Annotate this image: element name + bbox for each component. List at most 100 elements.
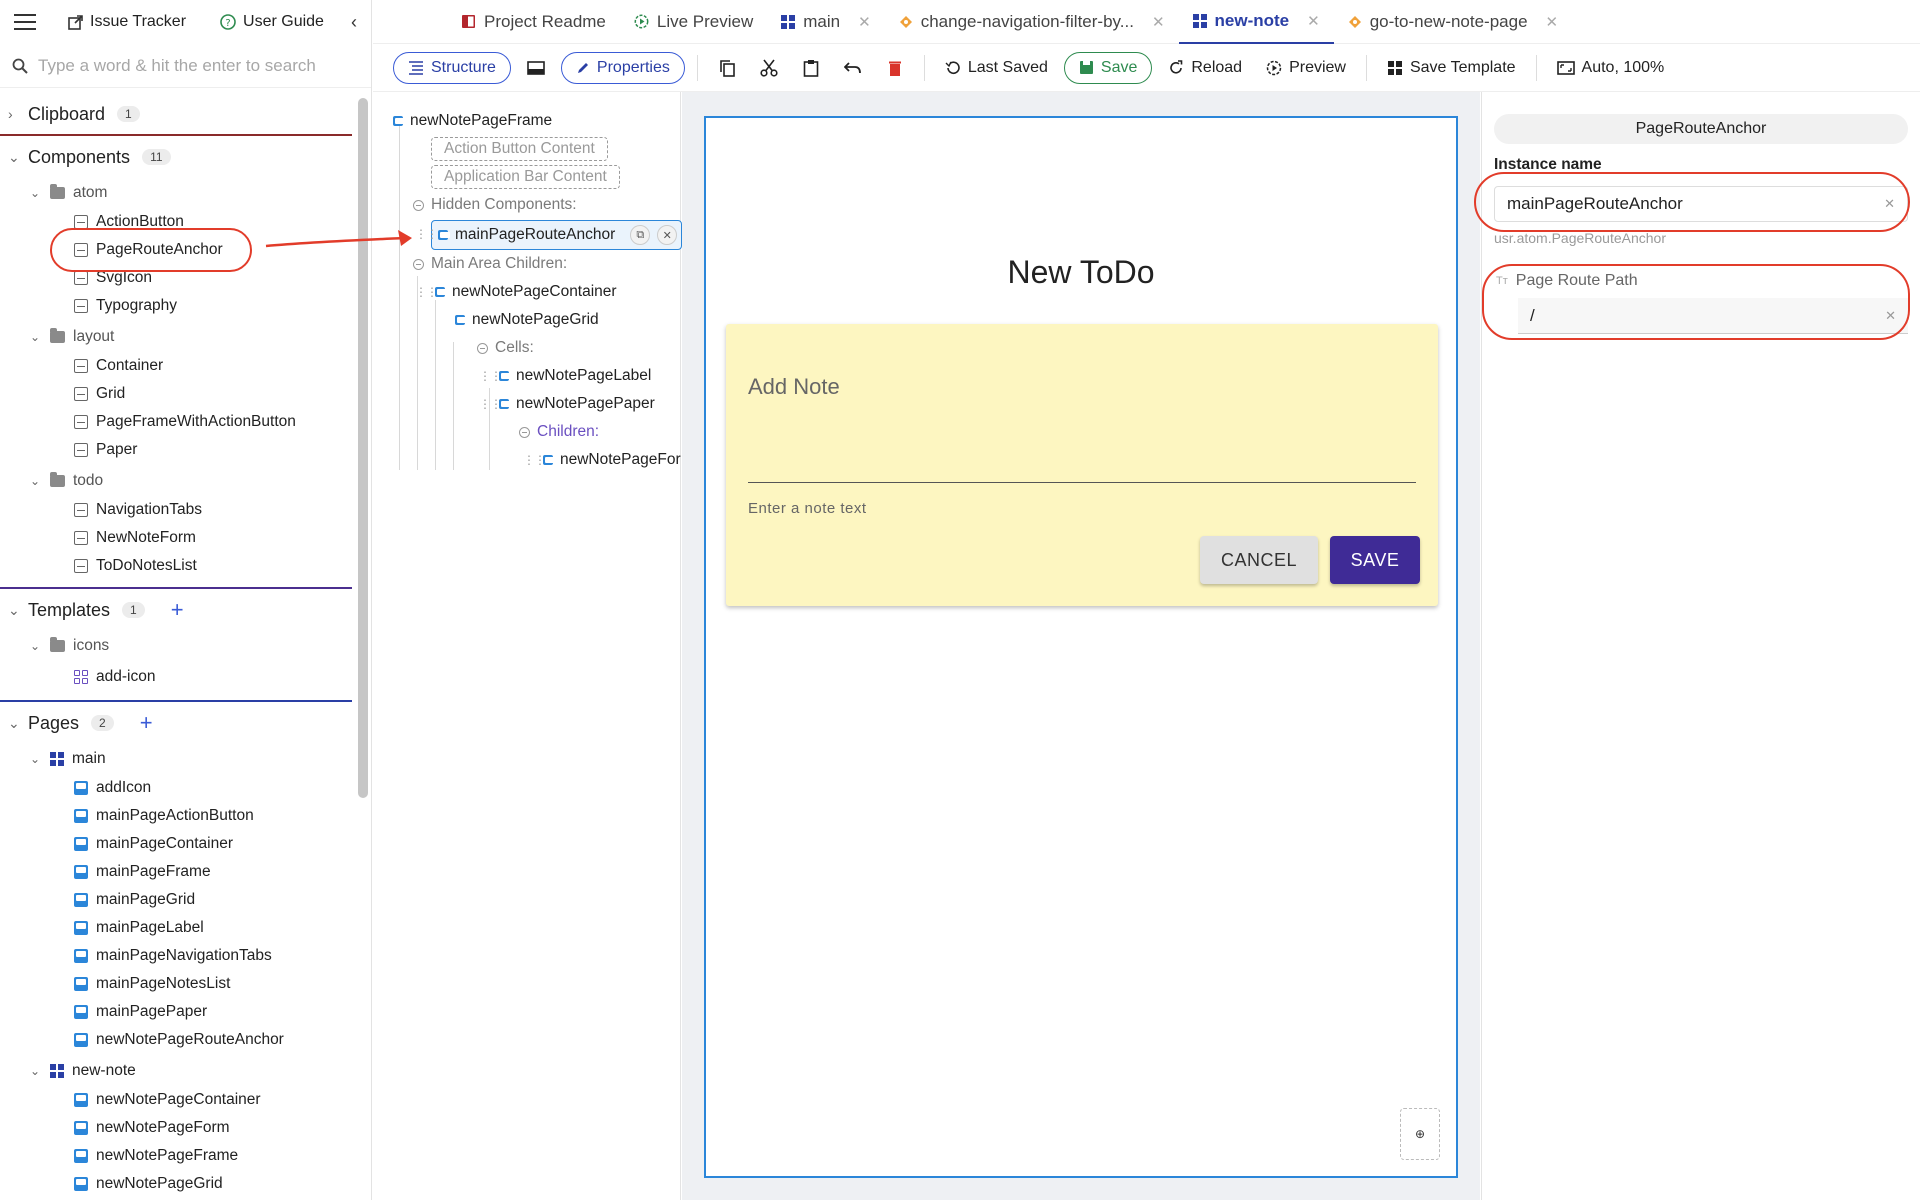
component-item[interactable]: ToDoNotesList <box>74 553 197 579</box>
component-item[interactable]: NewNoteForm <box>74 525 196 551</box>
page-new-note[interactable]: ⌄ new-note <box>30 1058 136 1084</box>
search-input[interactable] <box>38 55 358 76</box>
component-item[interactable]: PageFrameWithActionButton <box>74 409 296 435</box>
tab-change-navigation-filter[interactable]: change-navigation-filter-by... ✕ <box>885 0 1179 44</box>
component-item[interactable]: Container <box>74 353 163 379</box>
user-guide-link[interactable]: ? User Guide <box>220 13 324 31</box>
cut-icon[interactable] <box>752 52 786 84</box>
component-item[interactable]: Typography <box>74 293 177 319</box>
section-templates[interactable]: ⌄ Templates 1 + <box>0 592 352 628</box>
save-note-button[interactable]: SAVE <box>1330 536 1420 584</box>
preview-button[interactable]: Preview <box>1258 52 1354 84</box>
hidden-components-group[interactable]: Hidden Components: <box>413 192 577 218</box>
tab-main[interactable]: main ✕ <box>767 0 884 44</box>
note-input-label[interactable]: Add Note <box>748 374 840 400</box>
save-template-button[interactable]: Save Template <box>1379 52 1524 84</box>
instance-item-label: newNotePageGrid <box>96 1175 223 1192</box>
instance-item[interactable]: newNotePageContainer <box>74 1087 261 1113</box>
tab-new-note[interactable]: new-note ✕ <box>1178 0 1334 44</box>
add-page-icon[interactable]: + <box>140 712 153 734</box>
component-item[interactable]: NavigationTabs <box>74 497 202 523</box>
properties-button[interactable]: Properties <box>560 51 685 84</box>
application-bar-slot[interactable]: Application Bar Content <box>431 165 620 189</box>
drag-handle-icon[interactable]: ⋮⋮ <box>415 285 438 299</box>
close-icon[interactable]: ✕ <box>1307 12 1320 30</box>
instance-item[interactable]: mainPageLabel <box>74 915 204 941</box>
children-group[interactable]: Children: <box>519 419 599 445</box>
tree-node-root[interactable]: newNotePageFrame <box>393 108 552 134</box>
section-components[interactable]: ⌄ Components 11 <box>0 139 352 175</box>
add-action-button-slot[interactable]: ⊕ <box>1400 1108 1440 1160</box>
zoom-button[interactable]: Auto, 100% <box>1549 52 1673 84</box>
undo-icon[interactable] <box>836 52 870 84</box>
tab-live-preview[interactable]: Live Preview <box>620 0 767 44</box>
close-icon[interactable]: ✕ <box>1546 13 1559 31</box>
reload-button[interactable]: Reload <box>1160 52 1250 84</box>
instance-item[interactable]: mainPageNavigationTabs <box>74 943 272 969</box>
tree-node[interactable]: newNotePageLabel <box>499 363 651 389</box>
section-clipboard[interactable]: › Clipboard 1 <box>0 96 352 132</box>
save-button[interactable]: Save <box>1063 51 1153 84</box>
instance-item[interactable]: newNotePageForm <box>74 1115 230 1141</box>
left-scrollbar[interactable] <box>358 98 368 798</box>
instance-item[interactable]: mainPageActionButton <box>74 803 254 829</box>
panel-toggle-icon[interactable] <box>519 52 553 84</box>
instance-name-field[interactable]: mainPageRouteAnchor ✕ <box>1494 186 1908 222</box>
tab-project-readme[interactable]: Project Readme <box>447 0 620 44</box>
component-item[interactable]: SvgIcon <box>74 265 152 291</box>
tree-node[interactable]: newNotePageGrid <box>455 307 599 333</box>
drag-handle-icon[interactable]: ⋮⋮ <box>523 453 546 467</box>
main-area-children-group[interactable]: Main Area Children: <box>413 251 567 277</box>
component-item-page-route-anchor[interactable]: PageRouteAnchor <box>74 237 223 263</box>
page-main[interactable]: ⌄ main <box>30 746 106 772</box>
paste-icon[interactable] <box>794 52 828 84</box>
folder-layout[interactable]: ⌄ layout <box>30 324 114 350</box>
remove-icon[interactable]: ✕ <box>657 225 678 245</box>
instance-item[interactable]: newNotePageGrid <box>74 1171 223 1197</box>
folder-todo[interactable]: ⌄ todo <box>30 468 103 494</box>
route-path-field[interactable]: / ✕ <box>1518 298 1908 334</box>
instance-item[interactable]: mainPageFrame <box>74 859 211 885</box>
section-pages[interactable]: ⌄ Pages 2 + <box>0 705 352 741</box>
instance-item[interactable]: mainPageGrid <box>74 887 195 913</box>
instance-item[interactable]: newNotePageRouteAnchor <box>74 1027 284 1053</box>
cells-group[interactable]: Cells: <box>477 335 534 361</box>
drag-handle-icon[interactable]: ⋮⋮ <box>479 397 502 411</box>
component-item[interactable]: Paper <box>74 437 137 463</box>
action-button-slot[interactable]: Action Button Content <box>431 137 608 161</box>
drag-handle-icon[interactable]: ⋮⋮ <box>479 369 502 383</box>
page-frame[interactable]: New ToDo Add Note Enter a note text CANC… <box>704 116 1458 1178</box>
collapse-panel-icon[interactable]: ‹ <box>351 12 357 33</box>
close-icon[interactable]: ✕ <box>858 13 871 31</box>
drag-handle-icon[interactable]: ⋮⋮ <box>415 227 438 241</box>
component-item[interactable]: ActionButton <box>74 209 184 235</box>
instance-item[interactable]: mainPageNotesList <box>74 971 230 997</box>
tree-node-selected[interactable]: mainPageRouteAnchor ⧉ ✕ <box>431 220 683 250</box>
duplicate-icon[interactable]: ⧉ <box>630 225 651 245</box>
delete-icon[interactable] <box>878 52 912 84</box>
menu-icon[interactable] <box>14 14 36 30</box>
instance-item[interactable]: addIcon <box>74 775 151 801</box>
tree-node[interactable]: newNotePageContainer <box>435 279 617 305</box>
instance-icon <box>74 893 88 907</box>
add-template-icon[interactable]: + <box>171 599 184 621</box>
issue-tracker-link[interactable]: Issue Tracker <box>68 13 186 31</box>
clear-icon[interactable]: ✕ <box>1885 308 1896 324</box>
structure-button[interactable]: Structure <box>393 51 511 84</box>
instance-item[interactable]: mainPagePaper <box>74 999 207 1025</box>
tree-node[interactable]: newNotePagePaper <box>499 391 655 417</box>
copy-icon[interactable] <box>710 52 744 84</box>
instance-item[interactable]: mainPageContainer <box>74 831 233 857</box>
folder-icons[interactable]: ⌄ icons <box>30 633 109 659</box>
tab-go-to-new-note-page[interactable]: go-to-new-note-page ✕ <box>1334 0 1572 44</box>
clear-icon[interactable]: ✕ <box>1884 196 1895 212</box>
instance-item[interactable]: newNotePageFrame <box>74 1143 238 1169</box>
last-saved-button[interactable]: Last Saved <box>937 52 1056 84</box>
tree-node[interactable]: newNotePageFor <box>543 447 681 473</box>
template-item[interactable]: add-icon <box>74 664 155 690</box>
close-icon[interactable]: ✕ <box>1152 13 1165 31</box>
folder-atom[interactable]: ⌄ atom <box>30 180 107 206</box>
chevron-down-icon: ⌄ <box>8 148 20 165</box>
component-item[interactable]: Grid <box>74 381 125 407</box>
cancel-button[interactable]: CANCEL <box>1200 536 1318 584</box>
